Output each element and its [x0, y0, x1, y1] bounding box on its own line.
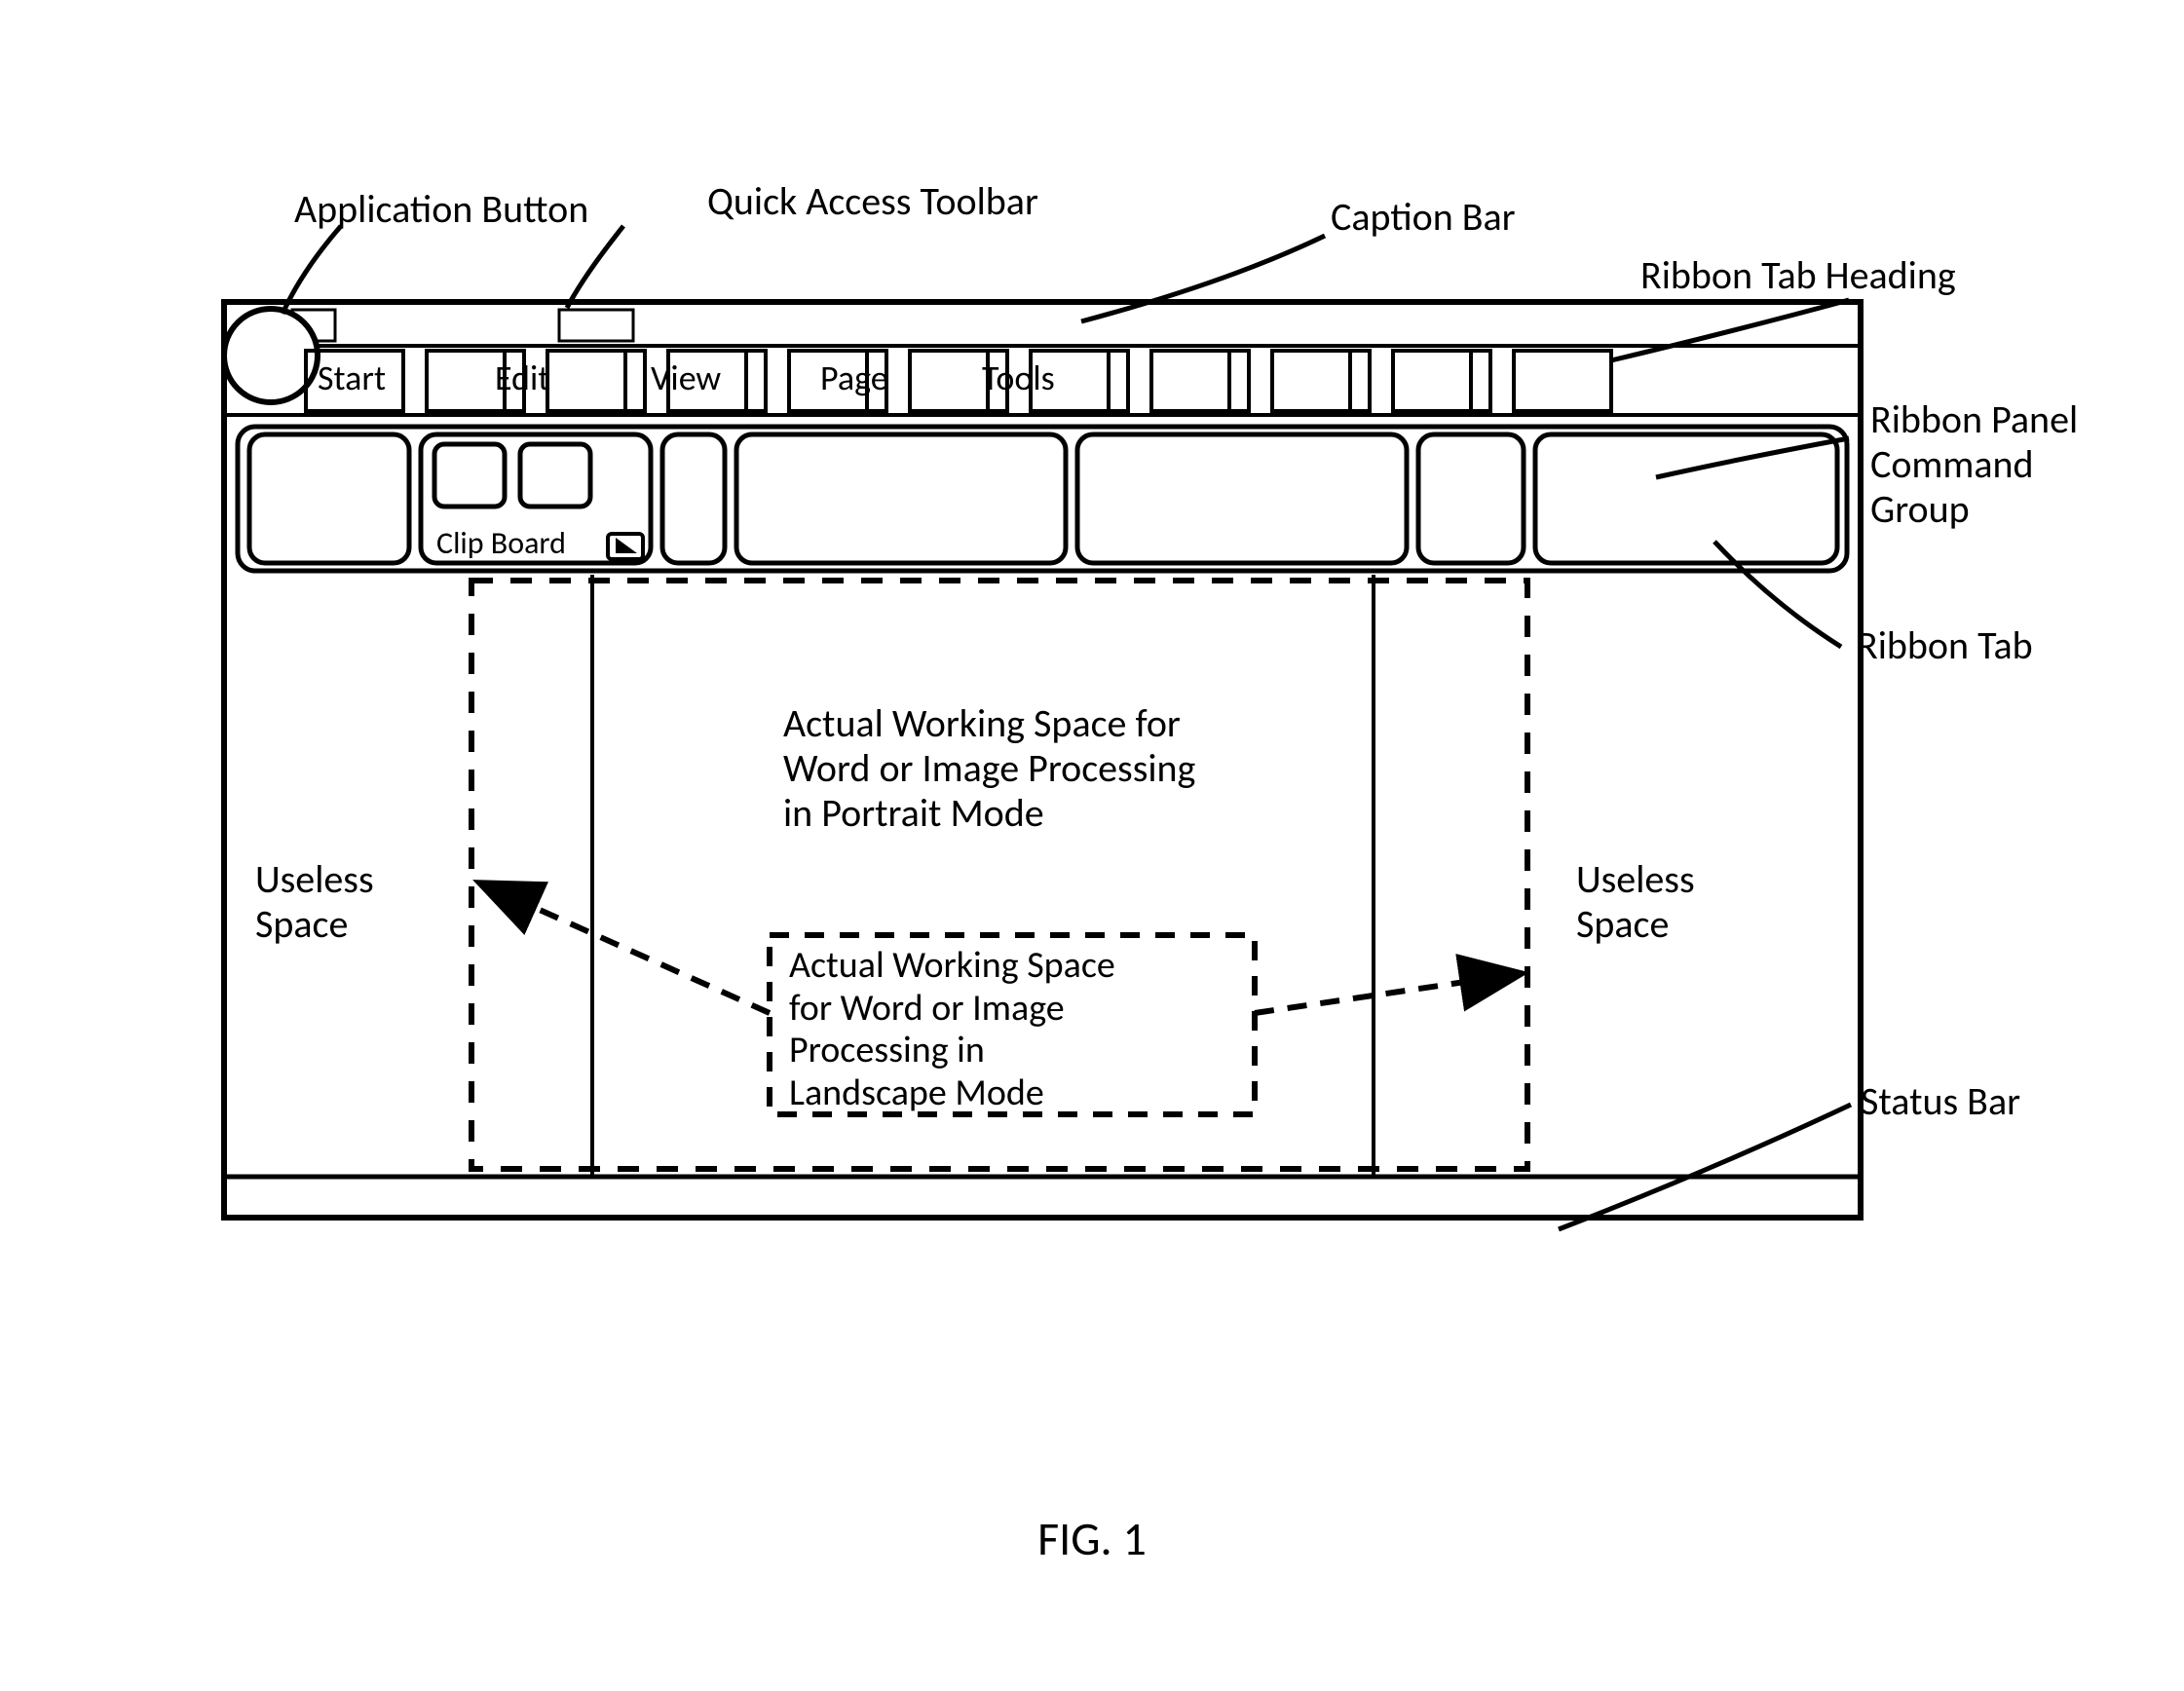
tab-start: Start: [318, 358, 386, 398]
tab-edit: Edit: [495, 358, 549, 398]
label-ribbon-tab-heading: Ribbon Tab Heading: [1640, 253, 1956, 298]
label-status-bar: Status Bar: [1861, 1079, 2020, 1124]
label-useless-space-left: Useless Space: [255, 857, 374, 947]
tab-view: View: [651, 358, 721, 398]
label-caption-bar: Caption Bar: [1331, 195, 1516, 240]
label-workspace-landscape: Actual Working Space for Word or Image P…: [789, 945, 1115, 1115]
panel-label-clipboard: Clip Board: [436, 526, 566, 562]
label-ribbon-panel-command-group: Ribbon Panel Command Group: [1870, 397, 2078, 532]
label-application-button: Application Button: [294, 187, 588, 232]
tab-tools: Tools: [982, 358, 1055, 398]
label-quick-access-toolbar: Quick Access Toolbar: [707, 179, 1038, 224]
figure-caption: FIG. 1: [0, 1510, 2184, 1567]
label-workspace-portrait: Actual Working Space for Word or Image P…: [783, 701, 1195, 836]
label-useless-space-right: Useless Space: [1576, 857, 1695, 947]
tab-page: Page: [820, 358, 888, 398]
label-ribbon-tab: Ribbon Tab: [1857, 623, 2033, 668]
